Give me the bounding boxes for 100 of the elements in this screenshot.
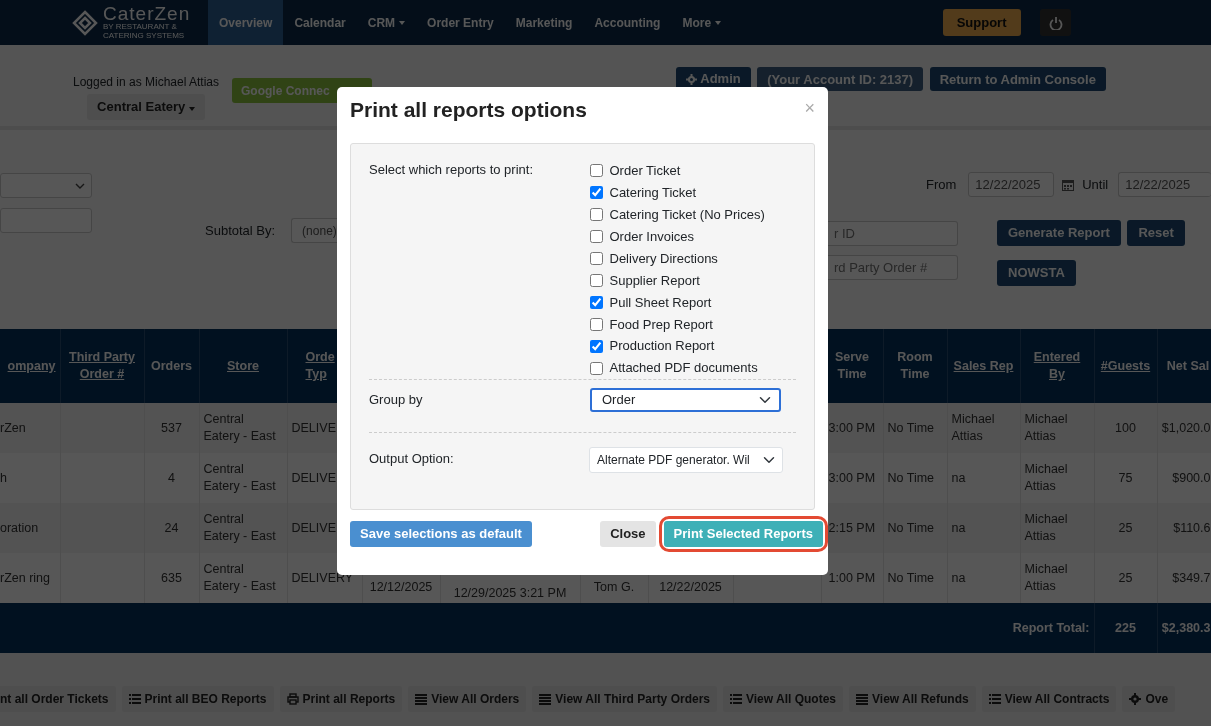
toolbar-button[interactable]: View All Contracts [981, 686, 1117, 712]
nav-link[interactable]: Calendar [283, 0, 357, 45]
date-field[interactable]: 12/22/2025 [968, 172, 1055, 197]
toolbar-button[interactable]: nt all Order Tickets [0, 686, 116, 712]
table-cell: 635 [144, 553, 199, 603]
store-dropdown[interactable]: Central Eatery [87, 94, 205, 120]
checkbox-label: Pull Sheet Report [609, 293, 712, 312]
table-cell: $110.6 [1157, 503, 1211, 553]
report-checkbox[interactable] [590, 339, 603, 353]
column-header: Orders [151, 357, 192, 375]
toolbar-button[interactable]: View All Refunds [849, 686, 976, 712]
from-label: From [926, 175, 957, 194]
column-header: Serve Time [833, 349, 871, 383]
nav-link[interactable]: Accounting [583, 0, 672, 45]
brand-tagline: BY RESTAURANT & CATERING SYSTEMS [103, 23, 186, 41]
gear-icon [686, 73, 697, 85]
table-cell: Michael Attias [1020, 503, 1094, 553]
table-icon [415, 693, 428, 705]
checkbox-label: Order Invoices [609, 227, 695, 246]
until-label: Until [1082, 175, 1109, 194]
power-button[interactable] [1040, 9, 1071, 36]
save-default-button[interactable]: Save selections as default [350, 521, 532, 547]
output-label: Output Option: [369, 450, 455, 468]
report-checkbox[interactable] [590, 230, 603, 244]
date-field[interactable]: 12/22/2025 [1118, 172, 1211, 197]
power-icon [1048, 15, 1063, 30]
nav-link[interactable]: Order Entry [416, 0, 505, 45]
table-cell: h [0, 453, 60, 503]
table-cell: 25 [1094, 503, 1157, 553]
close-button[interactable]: Close [600, 521, 656, 547]
subtotal-label: Subtotal By: [205, 221, 276, 240]
filter-button[interactable]: Reset [1127, 220, 1185, 246]
account-id-button[interactable]: (Your Account ID: 2137) [757, 67, 924, 91]
checkbox-label: Attached PDF documents [609, 359, 758, 378]
table-cell: oration [0, 503, 60, 553]
nav-link[interactable]: CRM [356, 0, 417, 45]
table-cell: rZen ring [0, 553, 60, 603]
printer-icon [286, 693, 299, 705]
table-cell: $1,020.0 [1157, 403, 1211, 453]
table-cell: Michael Attias [1020, 403, 1094, 453]
nav-link[interactable]: Overview [208, 0, 284, 45]
report-checkbox[interactable] [590, 295, 603, 309]
column-header[interactable]: Store [227, 357, 259, 375]
report-checkbox[interactable] [590, 252, 603, 266]
report-checkbox[interactable] [590, 317, 603, 331]
list-icon [730, 693, 742, 705]
filter-button[interactable]: NOWSTA [997, 260, 1076, 286]
support-button[interactable]: Support [942, 8, 1021, 37]
column-header[interactable]: Orde Typ [305, 349, 336, 383]
group-by-select[interactable]: Order [590, 388, 781, 412]
checkbox-label: Catering Ticket [609, 184, 697, 203]
column-header[interactable]: #Guests [1100, 357, 1151, 375]
checkbox-label: Food Prep Report [609, 315, 713, 334]
logged-in-text: Logged in as Michael Attias [72, 74, 220, 91]
table-cell: Central Eatery - East [199, 553, 287, 603]
table-cell: Michael Attias [947, 403, 1020, 453]
group-by-label: Group by [369, 391, 424, 409]
nav-link[interactable]: Marketing [504, 0, 584, 45]
checkbox-label: Supplier Report [609, 271, 700, 290]
toolbar-button[interactable]: View All Quotes [723, 686, 843, 712]
checkbox-label: Catering Ticket (No Prices) [609, 206, 765, 224]
column-header: Room Time [896, 349, 934, 383]
nav-link[interactable]: More [671, 0, 733, 45]
chevron-icon [75, 182, 85, 189]
brand-name: CaterZen [103, 4, 192, 24]
table-cell: 24 [144, 503, 199, 553]
report-checkbox[interactable] [590, 186, 603, 200]
toolbar-button[interactable]: View All Third Party Orders [532, 686, 717, 712]
return-admin-button[interactable]: Return to Admin Console [929, 67, 1106, 91]
close-button[interactable]: × [804, 99, 815, 117]
toolbar-button[interactable]: Print all Reports [279, 686, 403, 712]
toolbar-button[interactable]: Ove [1122, 686, 1176, 712]
checkbox-label: Production Report [609, 337, 715, 356]
table-cell: No Time [883, 453, 947, 503]
report-checkbox[interactable] [590, 164, 603, 178]
table-cell: No Time [883, 403, 947, 453]
print-reports-button[interactable]: Print Selected Reports [663, 521, 823, 547]
table-cell: rZen [0, 403, 60, 453]
table-cell: 75 [1094, 453, 1157, 503]
table-cell: $900.0 [1157, 453, 1211, 503]
toolbar-button[interactable]: View All Orders [408, 686, 527, 712]
table-cell: Michael Attias [1020, 553, 1094, 603]
report-checkbox[interactable] [590, 208, 603, 222]
column-header[interactable]: ompany [7, 357, 56, 375]
table-icon [856, 693, 868, 705]
report-checkbox[interactable] [590, 274, 603, 287]
checkbox-label: Delivery Directions [609, 249, 718, 268]
list-icon [988, 693, 1001, 705]
list-icon [128, 693, 141, 705]
report-checkbox[interactable] [590, 361, 603, 375]
table-cell: No Time [883, 503, 947, 553]
gear-icon [1129, 693, 1142, 705]
filter-button[interactable]: Generate Report [997, 220, 1121, 246]
output-select[interactable]: Alternate PDF generator. Wil [589, 447, 783, 473]
table-cell: No Time [883, 553, 947, 603]
toolbar-button[interactable]: Print all BEO Reports [121, 686, 274, 712]
table-icon [539, 693, 552, 705]
table-cell: 4 [144, 453, 199, 503]
column-header: Net Sal [1166, 357, 1210, 375]
table-cell: na [947, 503, 1020, 553]
